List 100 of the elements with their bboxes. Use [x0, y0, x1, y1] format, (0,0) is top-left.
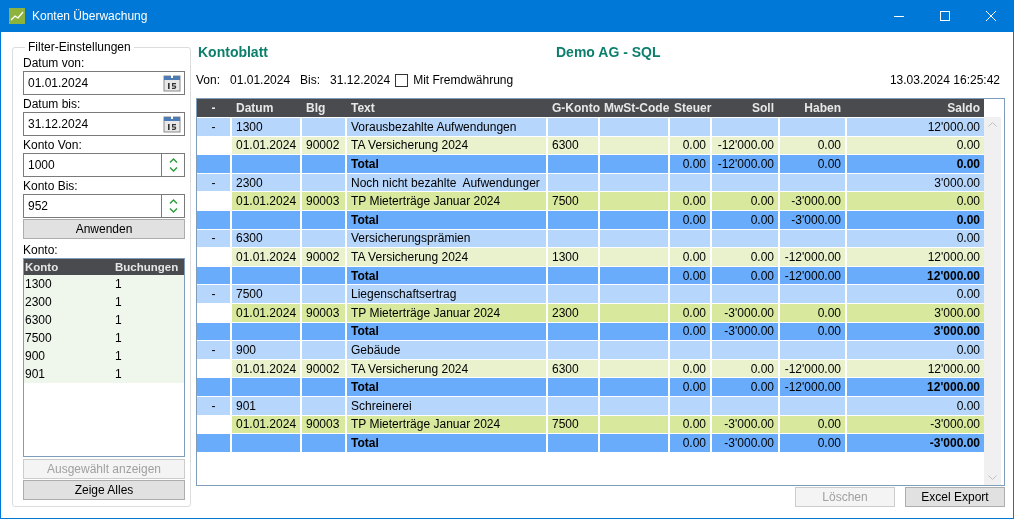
- table-cell: [600, 266, 668, 285]
- calendar-icon[interactable]: [163, 115, 181, 133]
- checkbox[interactable]: [395, 73, 409, 87]
- table-cell: 7500: [548, 192, 598, 210]
- checkbox-label[interactable]: Mit Fremdwährung: [413, 73, 514, 87]
- table-cell: 3'000.00: [847, 322, 984, 341]
- list-row[interactable]: 900 1: [24, 347, 184, 365]
- spin-button[interactable]: [162, 153, 185, 177]
- column-header[interactable]: -: [197, 101, 230, 115]
- collapse-toggle[interactable]: -: [197, 396, 230, 415]
- table-cell: [197, 155, 230, 173]
- table-cell: [302, 322, 345, 341]
- table-cell: -3'000.00: [847, 415, 984, 434]
- table-cell: [548, 210, 598, 229]
- column-header[interactable]: MwSt-Code: [600, 101, 668, 115]
- column-header[interactable]: Steuer: [670, 101, 710, 115]
- table-cell: 0.00: [780, 155, 845, 173]
- table-cell: 90002: [302, 248, 345, 266]
- table-cell: [548, 229, 598, 248]
- from-date: 01.01.2024: [230, 73, 291, 87]
- calendar-icon[interactable]: [163, 74, 181, 92]
- table-cell: [232, 322, 300, 341]
- table-cell: [600, 229, 668, 248]
- column-header[interactable]: Text: [347, 101, 546, 115]
- chart-icon: [9, 8, 25, 24]
- table-cell: [548, 173, 598, 192]
- list-row[interactable]: 901 1: [24, 365, 184, 383]
- collapse-toggle[interactable]: -: [197, 173, 230, 192]
- table-cell: 0.00: [712, 192, 778, 210]
- table-cell: [780, 118, 845, 136]
- report-title: Kontoblatt: [197, 44, 269, 60]
- table-cell: Gebäude: [347, 341, 546, 359]
- column-header[interactable]: G-Konto: [548, 101, 598, 115]
- column-header[interactable]: Saldo: [847, 101, 984, 115]
- table-cell: Total: [347, 378, 546, 396]
- to-date: 31.12.2024: [330, 73, 391, 87]
- table-cell: [232, 155, 300, 173]
- table-cell: [670, 118, 710, 136]
- table-cell: 01.01.2024: [232, 359, 300, 378]
- list-row[interactable]: 6300 1: [24, 311, 184, 329]
- spin-button[interactable]: [162, 194, 185, 218]
- table-cell: TA Versicherung 2024: [347, 248, 546, 266]
- table-cell: [197, 266, 230, 285]
- list-row[interactable]: 2300 1: [24, 293, 184, 311]
- table-cell: [600, 248, 668, 266]
- table-cell: [600, 136, 668, 155]
- number-field[interactable]: 1000: [23, 153, 162, 177]
- column-header: Buchungen: [114, 261, 180, 273]
- table-cell: Noch nicht bezahlte Aufwendunger: [347, 173, 546, 192]
- table-cell: 0.00: [670, 155, 710, 173]
- collapse-toggle[interactable]: -: [197, 118, 230, 136]
- scrollbar[interactable]: [984, 117, 1001, 485]
- table-cell: Vorausbezahlte Aufwendungen: [347, 118, 546, 136]
- field-label: Konto Bis:: [23, 178, 78, 194]
- table-cell: [600, 378, 668, 396]
- field-label: Datum bis:: [23, 96, 81, 112]
- list-row[interactable]: 7500 1: [24, 329, 184, 347]
- apply-button[interactable]: Anwenden: [23, 219, 185, 239]
- table-cell: 2300: [548, 303, 598, 322]
- table-cell: [548, 434, 598, 452]
- timestamp: 13.03.2024 16:25:42: [889, 73, 1000, 87]
- column-header[interactable]: Datum: [232, 101, 300, 115]
- table-cell: 0.00: [712, 266, 778, 285]
- table-cell: 2300: [232, 173, 300, 192]
- table-cell: Liegenschaftsertrag: [347, 285, 546, 303]
- column-header[interactable]: Soll: [712, 101, 778, 115]
- date-field[interactable]: 01.01.2024: [23, 71, 185, 95]
- table-cell: 6300: [548, 359, 598, 378]
- table-cell: [780, 173, 845, 192]
- table-cell: -3'000.00: [712, 303, 778, 322]
- collapse-toggle[interactable]: -: [197, 229, 230, 248]
- column-header[interactable]: Haben: [780, 101, 845, 115]
- table-cell: [712, 285, 778, 303]
- number-field[interactable]: 952: [23, 194, 162, 218]
- table-cell: [197, 210, 230, 229]
- table-cell: 7500: [232, 285, 300, 303]
- collapse-toggle[interactable]: -: [197, 341, 230, 359]
- scroll-up-icon: [988, 121, 997, 127]
- export-button[interactable]: Excel Export: [905, 487, 1005, 507]
- spinner-icon: [167, 198, 179, 214]
- table-cell: [712, 229, 778, 248]
- table-cell: 0.00: [847, 229, 984, 248]
- table-cell: -3'000.00: [712, 434, 778, 452]
- table-cell: 12'000.00: [847, 248, 984, 266]
- table-cell: 0.00: [712, 248, 778, 266]
- date-field[interactable]: 31.12.2024: [23, 112, 185, 136]
- table-cell: [600, 192, 668, 210]
- from-label: Von:: [196, 73, 221, 87]
- column-header[interactable]: Blg: [302, 101, 345, 115]
- collapse-toggle[interactable]: -: [197, 285, 230, 303]
- table-cell: 7500: [548, 415, 598, 434]
- table-cell: [302, 434, 345, 452]
- table-cell: -12'000.00: [780, 359, 845, 378]
- table-cell: [600, 118, 668, 136]
- table-cell: [548, 396, 598, 415]
- show-all-button[interactable]: Zeige Alles: [23, 480, 185, 500]
- table-cell: [197, 378, 230, 396]
- table-cell: 0.00: [847, 396, 984, 415]
- list-row[interactable]: 1300 1: [24, 275, 184, 293]
- table-cell: [302, 341, 345, 359]
